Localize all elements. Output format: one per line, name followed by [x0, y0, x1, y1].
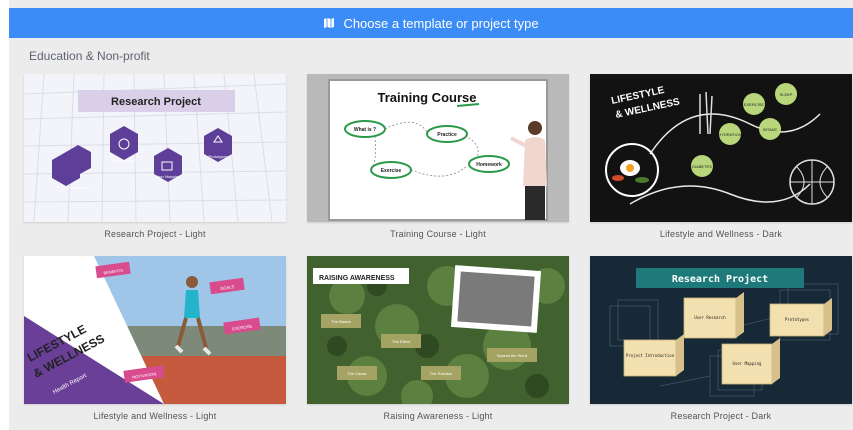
- thumb-node: INTAKE: [763, 127, 777, 132]
- thumb-node: SLEEP: [780, 92, 793, 97]
- thumb-node: Homework: [476, 162, 502, 168]
- thumb-node: User Mapping: [733, 361, 762, 366]
- thumb-title: Research Project: [672, 273, 768, 285]
- thumb-node: The Solution: [430, 371, 452, 376]
- template-caption: Lifestyle and Wellness - Dark: [659, 229, 783, 239]
- thumb-node: Project Introduction: [57, 185, 91, 190]
- template-chooser-panel: Choose a template or project type Educat…: [9, 0, 853, 430]
- thumb-node: Project Introduction: [626, 353, 675, 358]
- template-card-awareness-light[interactable]: RAISING AWARENESS The Basics The Effect …: [307, 256, 569, 421]
- thumb-node: User Mapping: [156, 174, 181, 179]
- template-caption: Training Course - Light: [390, 229, 486, 239]
- template-caption: Lifestyle and Wellness - Light: [93, 411, 217, 421]
- thumb-node: Prototypes: [208, 154, 227, 159]
- thumb-node: User Research: [694, 315, 726, 320]
- thumb-node: User Research: [111, 158, 138, 163]
- template-header-bar: Choose a template or project type: [9, 8, 853, 38]
- thumb-node: EXERCISE: [744, 102, 765, 107]
- section-title: Education & Non-profit: [29, 49, 150, 63]
- thumb-node: Practice: [437, 132, 457, 138]
- template-card-training-light[interactable]: Training Course What is ? Practice Exerc…: [307, 74, 569, 239]
- template-thumbnail[interactable]: Research Project Project Introduction Us…: [590, 256, 852, 404]
- template-thumbnail[interactable]: LIFESTYLE & WELLNESS SLEEP EXERCISE HYDR…: [590, 74, 852, 222]
- thumb-node: Exercise: [381, 168, 402, 174]
- thumb-node: What is ?: [354, 127, 376, 133]
- template-thumbnail[interactable]: Research Project Project Introduction Us…: [24, 74, 286, 222]
- thumb-node: Prototypes: [785, 317, 810, 322]
- template-icon: [324, 18, 335, 28]
- template-thumbnail[interactable]: Training Course What is ? Practice Exerc…: [307, 74, 569, 222]
- template-caption: Research Project - Light: [104, 229, 206, 239]
- template-card-lifestyle-light[interactable]: LIFESTYLE & WELLNESS Health Report BENEF…: [24, 256, 286, 421]
- template-thumbnail[interactable]: LIFESTYLE & WELLNESS Health Report BENEF…: [24, 256, 286, 404]
- thumb-node: DIABETES: [692, 164, 712, 169]
- thumb-title: Training Course: [378, 90, 477, 105]
- template-thumbnail[interactable]: RAISING AWARENESS The Basics The Effect …: [307, 256, 569, 404]
- template-caption: Raising Awareness - Light: [383, 411, 493, 421]
- thumb-title: Research Project: [111, 96, 201, 108]
- template-card-research-dark[interactable]: Research Project Project Introduction Us…: [590, 256, 852, 421]
- thumb-node: HYDRATION: [718, 132, 741, 137]
- template-caption: Research Project - Dark: [670, 411, 772, 421]
- header-title: Choose a template or project type: [343, 15, 539, 31]
- template-card-lifestyle-dark[interactable]: LIFESTYLE & WELLNESS SLEEP EXERCISE HYDR…: [590, 74, 852, 239]
- thumb-node: Spread the Word: [497, 353, 527, 358]
- thumb-node: The Cause: [347, 371, 367, 376]
- template-card-research-light[interactable]: Research Project Project Introduction Us…: [24, 74, 286, 239]
- thumb-node: The Basics: [331, 319, 351, 324]
- thumb-node: The Effect: [392, 339, 411, 344]
- thumb-title: RAISING AWARENESS: [319, 275, 395, 282]
